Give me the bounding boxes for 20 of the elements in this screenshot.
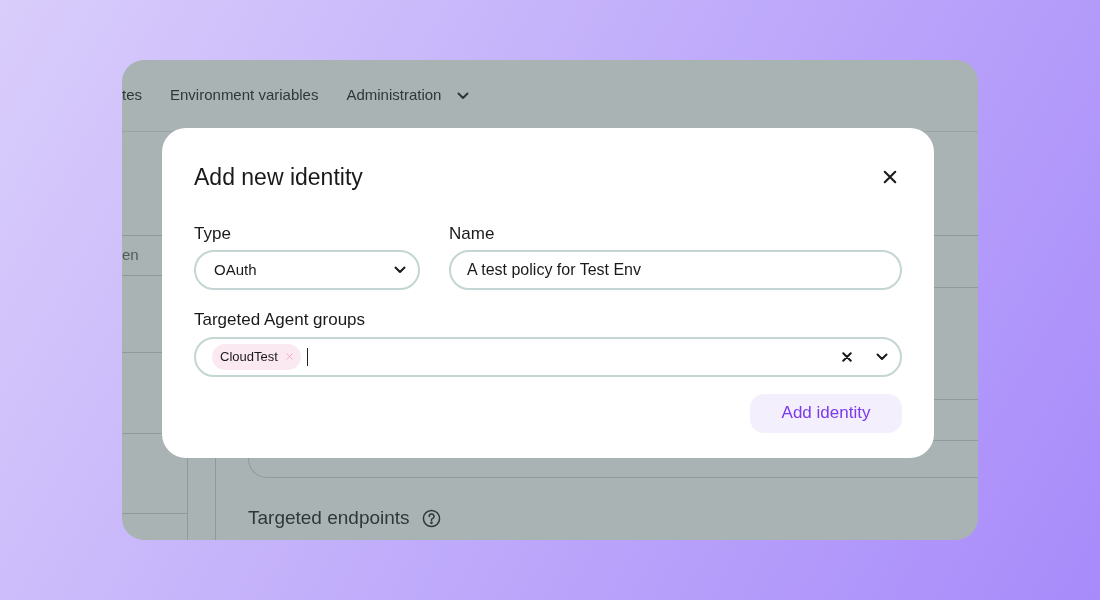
section-title: Targeted endpoints: [248, 506, 410, 530]
add-identity-button[interactable]: Add identity: [750, 393, 902, 433]
clear-icon: [842, 351, 852, 362]
chevron-down-icon: [394, 266, 406, 274]
field-label: Type: [194, 222, 232, 245]
group-tag: CloudTest: [212, 343, 301, 370]
field-label: Targeted Agent groups: [194, 309, 367, 331]
close-icon: [883, 170, 897, 185]
text-cursor: [306, 347, 308, 366]
type-select[interactable]: OAuth: [194, 250, 420, 290]
nav-link[interactable]: Environment variables: [170, 84, 319, 107]
groups-field[interactable]: CloudTest: [194, 336, 902, 377]
help-icon[interactable]: [421, 508, 441, 528]
remove-icon: [285, 353, 293, 360]
name-field[interactable]: A test policy for Test Env: [449, 250, 902, 290]
nav-link[interactable]: tes: [122, 84, 142, 107]
dialog-title: Add new identity: [194, 163, 363, 192]
nav-link[interactable]: Administration: [346, 84, 470, 107]
field-label: Name: [449, 222, 496, 245]
chevron-down-icon: [876, 352, 888, 361]
